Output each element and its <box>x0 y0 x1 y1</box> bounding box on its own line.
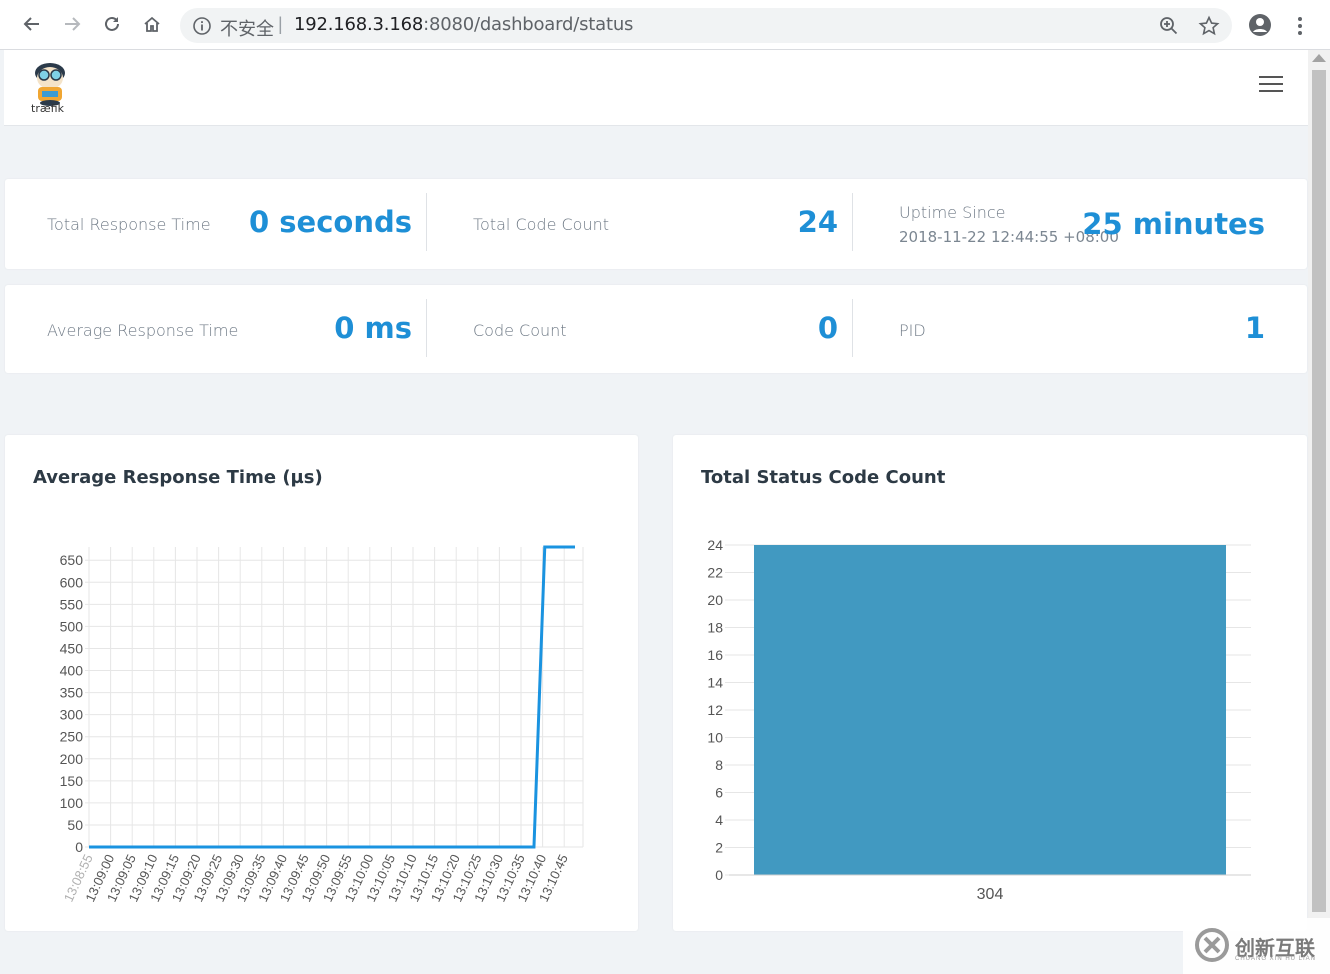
average-response-time-chart: Average Response Time (µs) 0 50 100 150 200 2… <box>5 435 638 931</box>
stat-value: 0 <box>817 311 838 345</box>
y-tick-label: 0 <box>715 867 723 883</box>
y-tick-label: 100 <box>60 795 84 811</box>
y-tick-label: 500 <box>60 618 84 634</box>
stat-label: Uptime Since <box>899 203 1006 222</box>
top-navbar: træfik <box>4 50 1308 126</box>
bar-chart-svg: 024681012141618202224304 <box>707 537 1251 903</box>
y-tick-label: 24 <box>707 537 723 553</box>
y-tick-label: 22 <box>707 565 723 581</box>
y-tick-label: 350 <box>60 685 84 701</box>
stats-card-totals: Total Response Time 0 seconds Total Code… <box>5 179 1307 269</box>
stat-total-code-count: Total Code Count 24 <box>427 193 853 251</box>
y-tick-label: 2 <box>715 840 723 856</box>
page-scrollbar[interactable] <box>1308 50 1330 920</box>
y-tick-label: 50 <box>67 817 83 833</box>
stat-value: 1 <box>1244 311 1265 345</box>
address-bar[interactable]: 不安全 | 192.168.3.168:8080/dashboard/statu… <box>180 8 1232 43</box>
series-line <box>89 545 575 849</box>
total-status-code-count-chart: Total Status Code Count 0 2 4 6 8 10 12 14 16 18 2… <box>673 435 1307 931</box>
stat-pid: PID 1 <box>853 299 1265 357</box>
y-tick-label: 20 <box>707 592 723 608</box>
info-icon[interactable] <box>192 16 212 36</box>
y-tick-label: 6 <box>715 785 723 801</box>
stats-card-current: Average Response Time 0 ms Code Count 0 … <box>5 285 1307 373</box>
account-icon[interactable] <box>1248 13 1272 37</box>
line-chart-svg: 0501001502002503003504004505005506006501… <box>60 545 584 904</box>
y-tick-label: 10 <box>707 730 723 746</box>
stat-value: 0 ms <box>334 311 412 345</box>
bar <box>754 545 1226 875</box>
forward-icon[interactable] <box>57 9 87 39</box>
url-path: :8080/dashboard/status <box>423 14 634 35</box>
y-tick-label: 250 <box>60 729 84 745</box>
menu-dots-icon[interactable] <box>1290 14 1310 38</box>
y-tick-label: 600 <box>60 574 84 590</box>
hamburger-menu-icon[interactable] <box>1259 76 1283 94</box>
stat-label: PID <box>899 321 926 340</box>
x-tick-label: 304 <box>977 886 1004 903</box>
watermark-logo-icon <box>1195 928 1229 962</box>
y-tick-label: 450 <box>60 640 84 656</box>
y-tick-label: 4 <box>715 812 723 828</box>
stat-value: 24 <box>797 205 838 239</box>
stat-label: Code Count <box>473 321 567 340</box>
browser-toolbar: 不安全 | 192.168.3.168:8080/dashboard/statu… <box>0 0 1330 50</box>
y-tick-label: 8 <box>715 757 723 773</box>
reload-icon[interactable] <box>97 9 127 39</box>
back-icon[interactable] <box>17 9 47 39</box>
url-text[interactable]: 192.168.3.168:8080/dashboard/status <box>294 14 633 35</box>
url-host: 192.168.3.168 <box>294 14 424 35</box>
stat-code-count: Code Count 0 <box>427 299 853 357</box>
stat-label: Total Code Count <box>473 215 610 234</box>
home-icon[interactable] <box>137 9 167 39</box>
y-tick-label: 200 <box>60 751 84 767</box>
scrollbar-thumb[interactable] <box>1312 70 1326 912</box>
y-tick-label: 300 <box>60 707 84 723</box>
bookmark-star-icon[interactable] <box>1198 15 1220 37</box>
stat-total-response-time: Total Response Time 0 seconds <box>5 193 427 251</box>
logo-text: træfik <box>31 102 64 115</box>
y-tick-label: 12 <box>707 702 723 718</box>
scroll-up-arrow[interactable] <box>1312 54 1326 62</box>
y-tick-label: 550 <box>60 596 84 612</box>
security-label: 不安全 <box>220 19 274 40</box>
y-tick-label: 16 <box>707 647 723 663</box>
dashboard-page: træfik Total Response Time 0 seconds Tot… <box>4 50 1308 974</box>
stat-value: 0 seconds <box>249 205 412 239</box>
omnibox-separator: | <box>278 14 283 34</box>
zoom-icon[interactable] <box>1158 15 1180 37</box>
watermark-subtext: CHUANG XIN HU LIAN <box>1235 956 1317 962</box>
y-tick-label: 14 <box>707 675 723 691</box>
watermark: 创新互联 CHUANG XIN HU LIAN <box>1183 918 1330 974</box>
y-tick-label: 150 <box>60 773 84 789</box>
stat-uptime: Uptime Since 2018-11-22 12:44:55 +08:00 … <box>853 193 1265 251</box>
stat-value: 25 minutes <box>1082 207 1265 241</box>
y-tick-label: 18 <box>707 620 723 636</box>
y-tick-label: 650 <box>60 552 84 568</box>
stat-average-response-time: Average Response Time 0 ms <box>5 299 427 357</box>
stat-label: Average Response Time <box>47 321 239 340</box>
stat-label: Total Response Time <box>47 215 211 234</box>
y-tick-label: 400 <box>60 663 84 679</box>
